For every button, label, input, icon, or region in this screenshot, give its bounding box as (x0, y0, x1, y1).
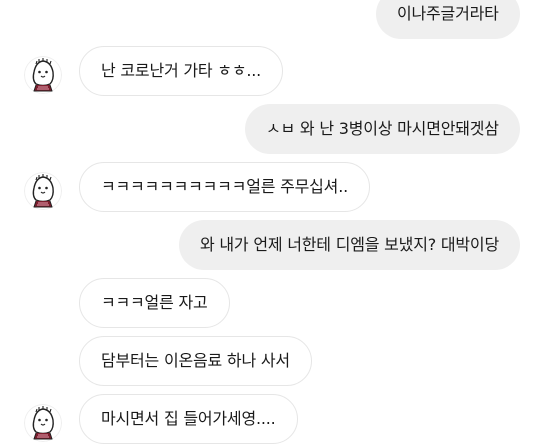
message-bubble-incoming[interactable]: 담부터는 이온음료 하나 사서 (79, 336, 312, 386)
message-bubble-outgoing[interactable]: ㅅㅂ 와 난 3병이상 마시면안돼겟삼 (245, 104, 520, 154)
avatar[interactable] (24, 172, 62, 210)
message-bubble-outgoing[interactable]: 와 내가 언제 너한테 디엠을 보냈지? 대박이당 (179, 220, 520, 270)
cartoon-character-icon (24, 56, 62, 94)
message-bubble-outgoing[interactable]: 이나주글거라타 (376, 0, 520, 39)
avatar[interactable] (24, 404, 62, 442)
cartoon-character-icon (24, 404, 62, 442)
message-bubble-incoming[interactable]: 난 코로난거 가타 ㅎㅎ... (79, 46, 283, 96)
cartoon-character-icon (24, 172, 62, 210)
message-thread: 이나주글거라타 난 코로난거 가타 ㅎㅎ... ㅅㅂ 와 난 3병이상 마시면안… (0, 0, 540, 446)
message-bubble-incoming[interactable]: 마시면서 집 들어가세영.... (79, 394, 298, 444)
message-bubble-incoming[interactable]: ㅋㅋㅋ얼른 자고 (79, 278, 230, 328)
avatar[interactable] (24, 56, 62, 94)
message-bubble-incoming[interactable]: ㅋㅋㅋㅋㅋㅋㅋㅋㅋㅋ얼른 주무십셔.. (79, 162, 370, 212)
